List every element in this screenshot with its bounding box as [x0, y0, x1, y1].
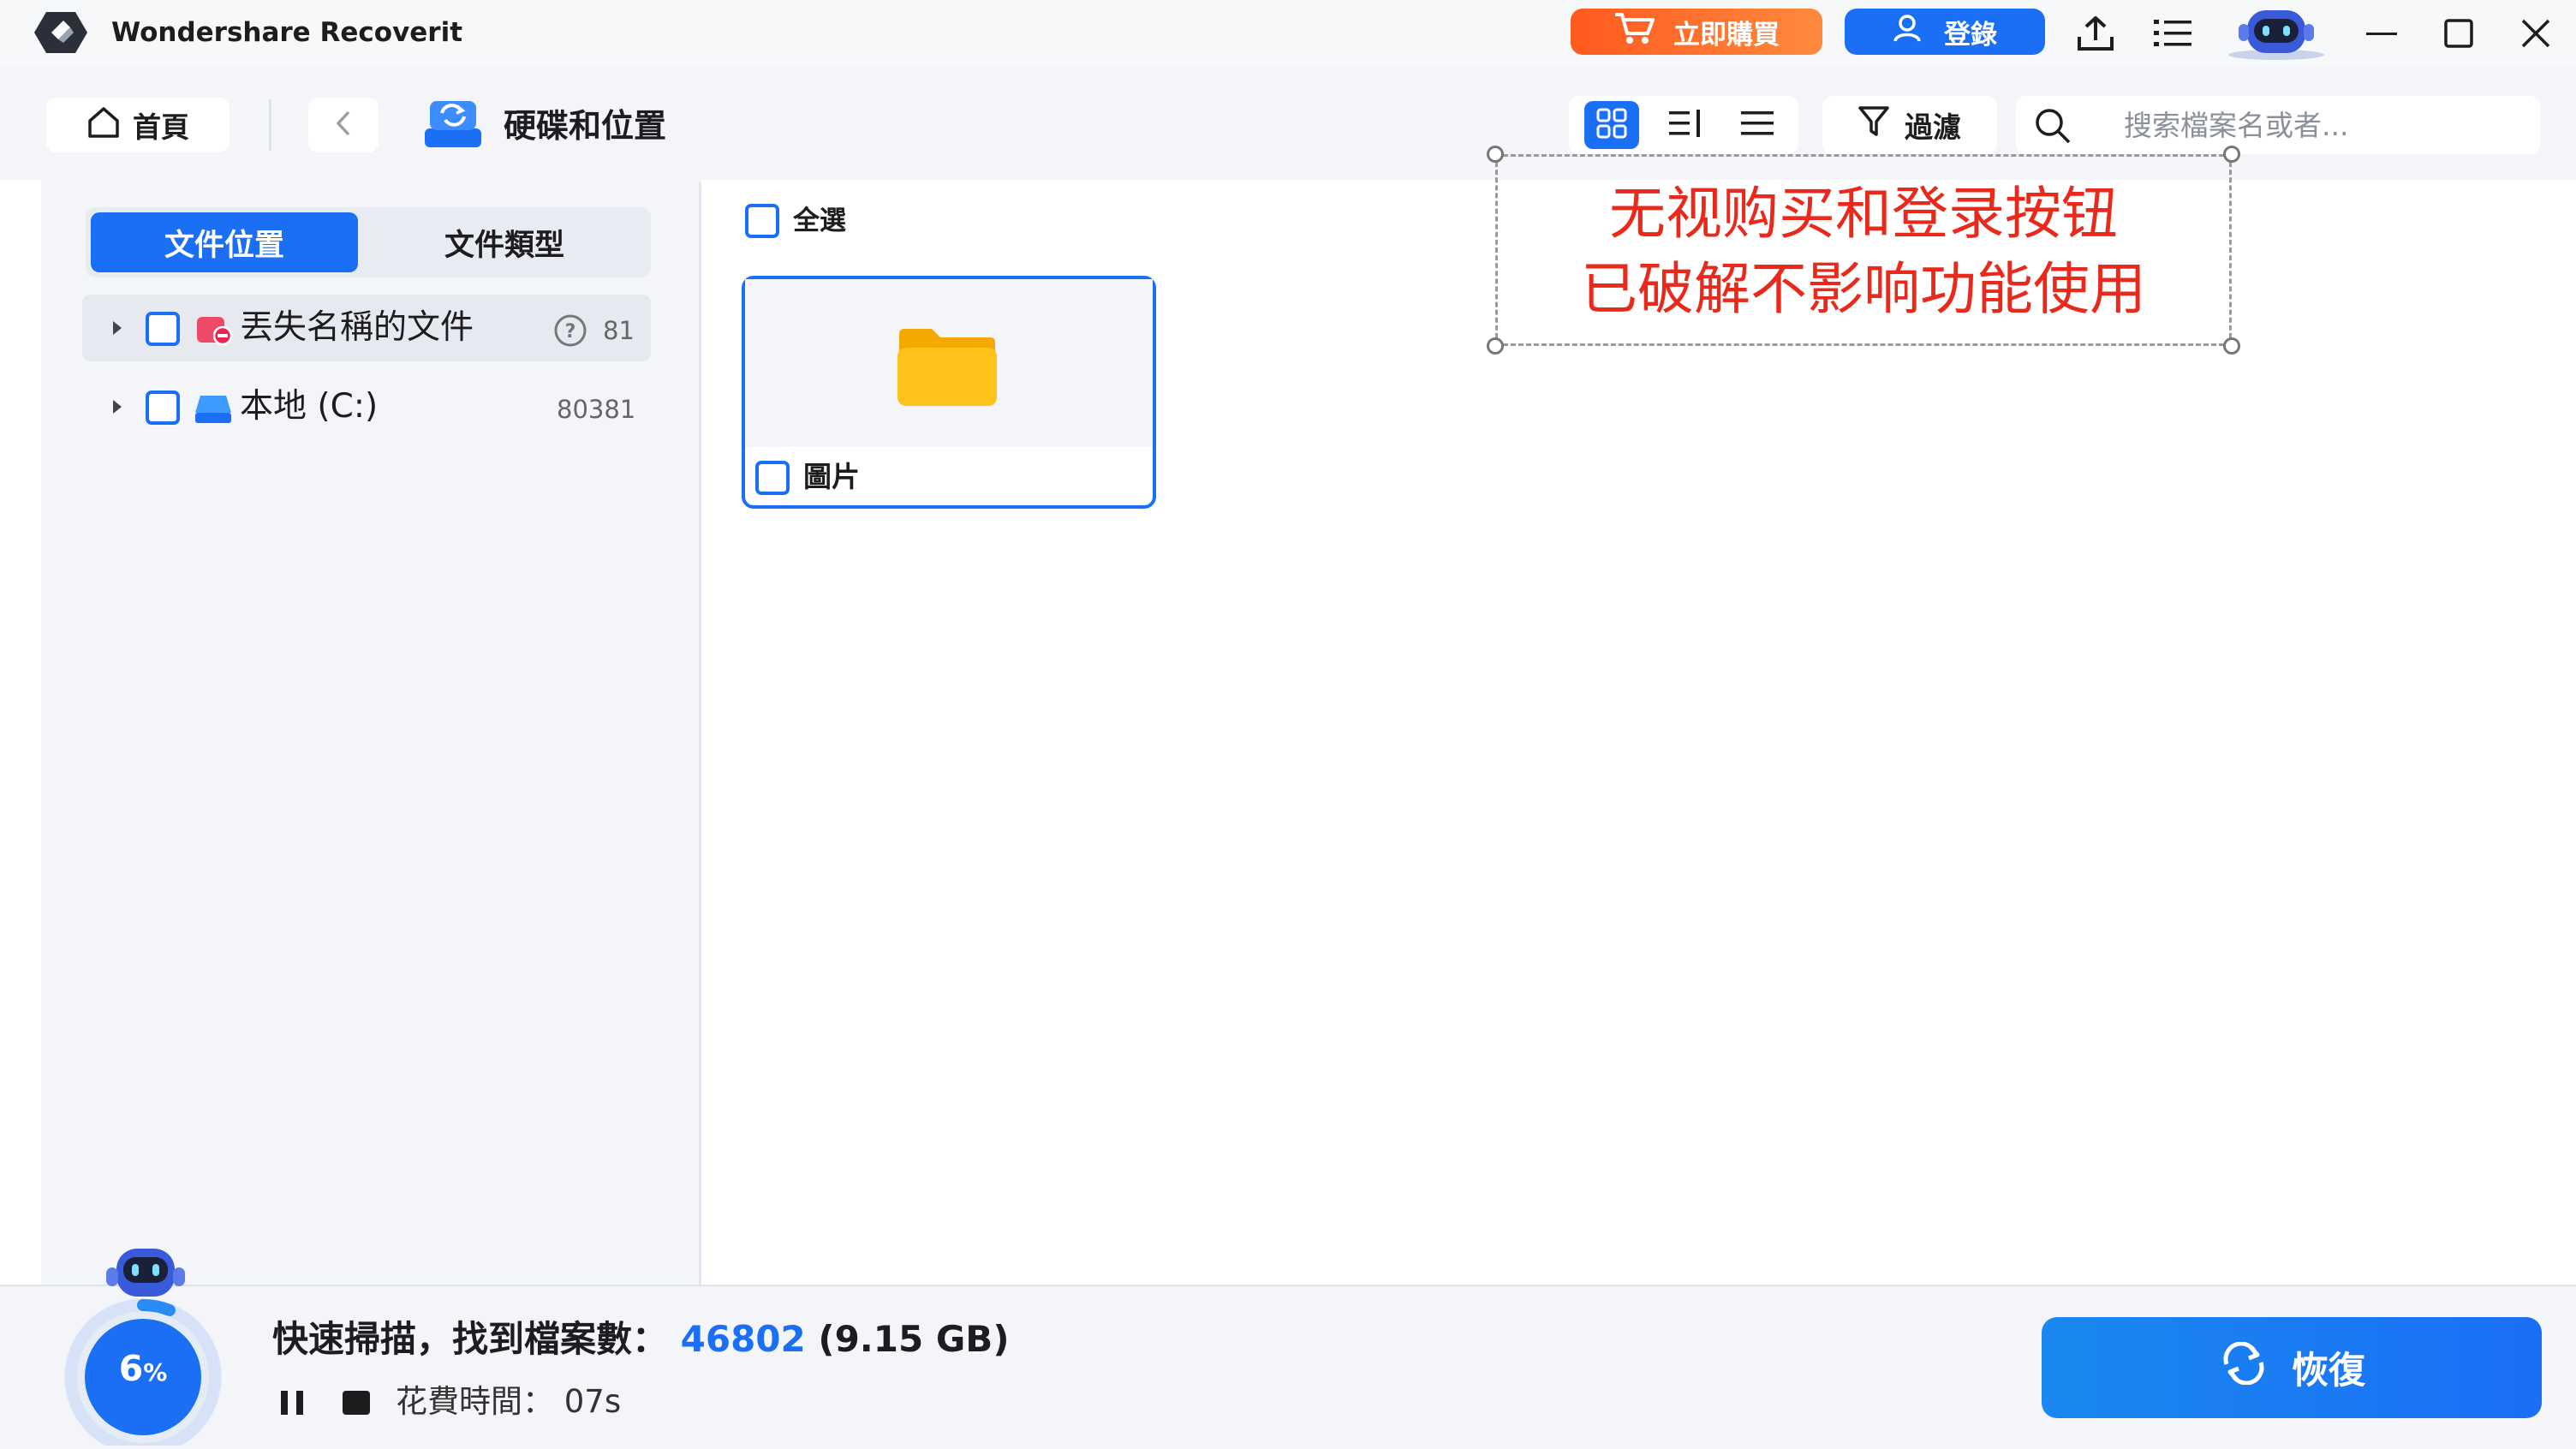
app-title: Wondershare Recoverit [111, 17, 463, 48]
tree-item-label: 丟失名稱的文件 [240, 308, 474, 347]
tab-file-type[interactable]: 文件類型 [363, 212, 646, 272]
annotation-text: 无视购买和登录按钮 [1609, 181, 2118, 247]
view-list-button[interactable] [1730, 101, 1785, 149]
tree-item-checkbox[interactable] [146, 312, 180, 346]
recoverit-logo-icon [33, 10, 89, 55]
cart-icon [1613, 11, 1655, 52]
login-label: 登錄 [1944, 19, 1997, 51]
svg-text:?: ? [565, 321, 576, 343]
select-all-label: 全選 [793, 206, 846, 236]
home-icon [86, 105, 121, 145]
tab-file-location[interactable]: 文件位置 [91, 212, 358, 272]
toolbar-divider [269, 99, 271, 151]
tree-item-count: 80381 [557, 395, 636, 424]
home-label: 首頁 [133, 110, 189, 144]
chevron-left-icon [334, 110, 353, 140]
filter-icon [1858, 105, 1889, 145]
elapsed-time: 花費時間： 07s [396, 1383, 622, 1420]
search-icon[interactable] [2033, 106, 2072, 146]
scan-file-size: (9.15 GB) [818, 1318, 1010, 1360]
scan-file-count: 46802 [680, 1318, 806, 1360]
recover-button[interactable]: 恢復 [2042, 1317, 2542, 1418]
annotation-text: 已破解不影响功能使用 [1581, 256, 2146, 322]
help-icon[interactable]: ? [553, 313, 587, 348]
folder-icon [894, 325, 1000, 408]
stop-icon[interactable] [339, 1386, 373, 1420]
grid-view-icon [1596, 108, 1627, 142]
tree-item-count: 81 [603, 316, 635, 345]
robot-avatar-icon[interactable] [2221, 2, 2331, 60]
back-button[interactable] [308, 98, 379, 152]
list-icon [1741, 110, 1774, 140]
maximize-icon[interactable] [2437, 12, 2480, 55]
tree-item-label: 本地 (C:) [240, 387, 379, 426]
filter-button[interactable]: 過濾 [1822, 96, 1997, 154]
home-button[interactable]: 首頁 [46, 98, 230, 152]
sidebar-divider [699, 182, 701, 1286]
local-drive-icon [194, 392, 233, 425]
close-icon[interactable] [2514, 12, 2557, 55]
expand-arrow-icon[interactable] [113, 321, 122, 335]
login-button[interactable]: 登錄 [1845, 9, 2045, 55]
buy-now-button[interactable]: 立即購買 [1571, 9, 1822, 55]
expand-arrow-icon[interactable] [113, 400, 122, 414]
select-all-checkbox[interactable] [745, 204, 779, 238]
minimize-icon[interactable] [2360, 12, 2403, 55]
recover-label: 恢復 [2292, 1350, 2365, 1392]
detail-list-icon [1669, 110, 1702, 140]
lost-file-drive-icon [195, 312, 233, 346]
drive-location-icon [423, 99, 483, 149]
annotation-handle [1487, 146, 1504, 163]
buy-now-label: 立即購買 [1673, 19, 1780, 51]
scan-status-text: 快速掃描，找到檔案數： 46802 (9.15 GB) [272, 1318, 1010, 1360]
tree-item-checkbox[interactable] [146, 391, 180, 425]
page-title: 硬碟和位置 [504, 107, 667, 145]
recover-icon [2218, 1341, 2269, 1394]
view-detail-list-button[interactable] [1658, 101, 1713, 149]
annotation-handle [2223, 146, 2240, 163]
scan-progress-percent: 6% [118, 1348, 168, 1389]
upload-icon[interactable] [2074, 12, 2117, 55]
folder-checkbox[interactable] [755, 461, 790, 495]
pause-icon[interactable] [276, 1386, 310, 1420]
annotation-handle [2223, 337, 2240, 355]
folder-label: 圖片 [803, 460, 860, 493]
view-grid-button[interactable] [1584, 101, 1639, 149]
user-icon [1893, 14, 1922, 50]
search-input[interactable] [2124, 101, 2526, 149]
menu-icon[interactable] [2151, 12, 2194, 55]
annotation-handle [1487, 337, 1504, 355]
filter-label: 過濾 [1905, 110, 1961, 144]
